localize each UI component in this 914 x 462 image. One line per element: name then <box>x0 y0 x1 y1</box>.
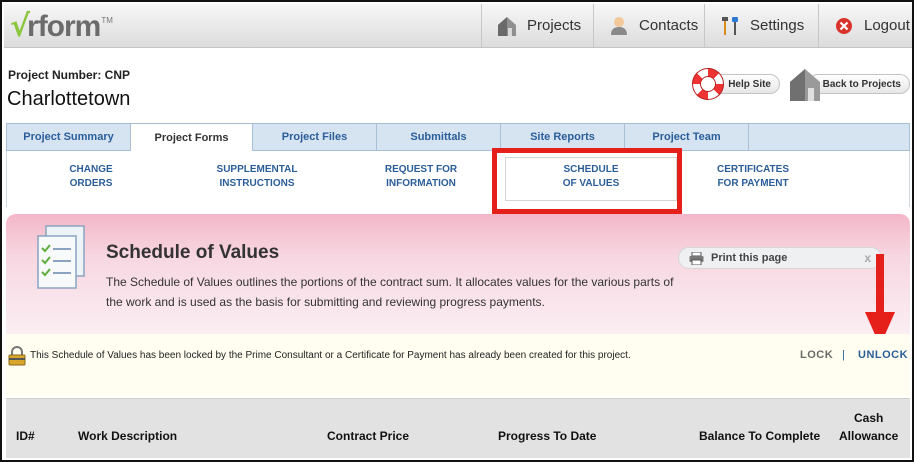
document-checklist-icon <box>37 225 85 289</box>
form-subtabs: CHANGE ORDERS SUPPLEMENTAL INSTRUCTIONS … <box>6 151 910 207</box>
subtab-certificates-for-payment[interactable]: CERTIFICATES FOR PAYMENT <box>697 163 809 191</box>
project-name: Charlottetown <box>7 88 131 110</box>
column-header-balance-to-complete[interactable]: Balance To Complete <box>699 429 820 443</box>
logo-text: rform <box>27 10 101 43</box>
subtab-request-for-information[interactable]: REQUEST FOR INFORMATION <box>369 163 473 191</box>
top-navigation-bar: √ rform TM Projects Contacts Settings Lo… <box>4 4 912 48</box>
tab-project-summary[interactable]: Project Summary <box>7 124 131 150</box>
nav-logout-label: Logout <box>864 17 910 34</box>
house-icon <box>790 69 820 101</box>
settings-tools-icon <box>719 15 741 37</box>
project-number: Project Number: CNP <box>8 68 131 82</box>
nav-projects-label: Projects <box>527 17 582 34</box>
subtab-supplemental-instructions[interactable]: SUPPLEMENTAL INSTRUCTIONS <box>203 163 311 191</box>
subtab-line: CHANGE <box>69 164 113 175</box>
column-header-contract-price[interactable]: Contract Price <box>327 429 409 443</box>
highlight-box <box>492 148 682 214</box>
nav-projects-button[interactable]: Projects <box>481 4 593 47</box>
subtab-change-orders[interactable]: CHANGE ORDERS <box>47 163 135 191</box>
subtab-line: SUPPLEMENTAL <box>216 164 298 175</box>
nav-contacts-label: Contacts <box>639 17 699 34</box>
page-description: The Schedule of Values outlines the port… <box>106 275 674 309</box>
nav-contacts-button[interactable]: Contacts <box>593 4 704 47</box>
unlock-link[interactable]: UNLOCK <box>858 349 908 361</box>
print-page-button[interactable]: Print this page x <box>678 247 882 269</box>
logout-close-icon <box>833 15 855 37</box>
column-header-work-description[interactable]: Work Description <box>78 429 177 443</box>
column-header-progress-to-date[interactable]: Progress To Date <box>498 429 596 443</box>
project-tabs: Project Summary Project Forms Project Fi… <box>6 123 910 152</box>
red-down-arrow-annotation <box>865 254 895 346</box>
subtab-line: CERTIFICATES <box>716 164 790 175</box>
lock-link[interactable]: LOCK <box>800 349 833 361</box>
schedule-table-header: ID# Work Description Contract Price Prog… <box>6 398 910 458</box>
tab-project-files[interactable]: Project Files <box>253 124 377 150</box>
back-to-projects-button[interactable]: Back to Projects <box>788 66 912 102</box>
link-separator: | <box>842 349 845 361</box>
nav-settings-button[interactable]: Settings <box>704 4 818 47</box>
logo-trademark: TM <box>101 16 113 25</box>
subtab-line: REQUEST FOR <box>384 164 458 175</box>
print-page-label: Print this page <box>711 252 788 264</box>
tab-project-team[interactable]: Project Team <box>625 124 749 150</box>
contacts-person-icon <box>608 15 630 37</box>
subtab-line: INSTRUCTIONS <box>219 178 295 189</box>
padlock-icon <box>8 346 26 366</box>
column-header-cash[interactable]: Cash <box>854 411 883 425</box>
back-to-projects-label: Back to Projects <box>808 74 910 94</box>
tab-project-forms[interactable]: Project Forms <box>131 124 253 152</box>
help-site-button[interactable]: Help Site <box>692 68 782 100</box>
app-logo[interactable]: √ rform TM <box>10 10 113 42</box>
page-title: Schedule of Values <box>106 242 280 263</box>
nav-logout-button[interactable]: Logout <box>818 4 912 47</box>
subtab-line: INFORMATION <box>386 178 456 189</box>
tab-submittals[interactable]: Submittals <box>377 124 501 150</box>
subtab-line: ORDERS <box>69 178 113 189</box>
lock-notice-panel <box>6 334 910 396</box>
lifebuoy-icon <box>692 68 724 100</box>
lock-notice-text: This Schedule of Values has been locked … <box>30 350 631 361</box>
column-header-allowance[interactable]: Allowance <box>839 429 898 443</box>
column-header-id[interactable]: ID# <box>16 429 35 443</box>
printer-icon <box>689 252 704 265</box>
app-frame: √ rform TM Projects Contacts Settings Lo… <box>0 0 914 462</box>
tab-site-reports[interactable]: Site Reports <box>501 124 625 150</box>
subtab-line: FOR PAYMENT <box>717 178 789 189</box>
projects-house-icon <box>496 15 518 37</box>
nav-settings-label: Settings <box>750 17 805 34</box>
